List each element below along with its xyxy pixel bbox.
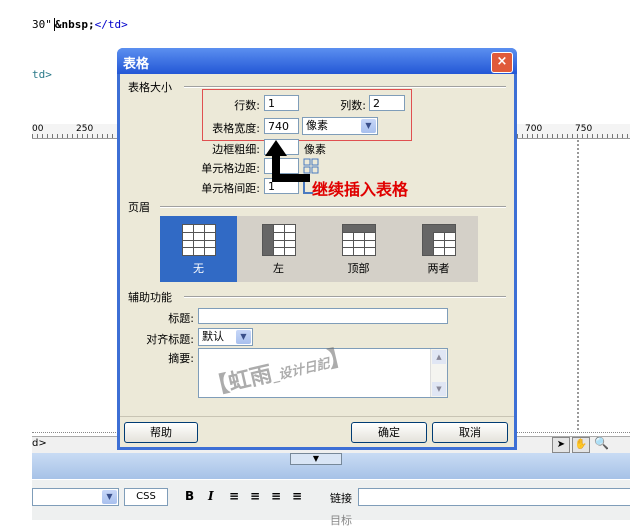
- dialog-title: 表格: [123, 57, 150, 72]
- section-divider: [184, 86, 506, 88]
- header-option-both[interactable]: 两者: [400, 216, 477, 282]
- code-tag: </td>: [94, 18, 128, 31]
- header-option-left[interactable]: 左: [240, 216, 317, 282]
- cols-input[interactable]: 2: [369, 95, 405, 111]
- header-heading: 页眉: [128, 201, 150, 214]
- width-unit-select[interactable]: 像素 ▼: [302, 117, 378, 135]
- ok-button[interactable]: 确定: [351, 422, 427, 443]
- properties-panel: ▼ CSS B I ≡ ≡ ≡ ≡ 链接 目标: [32, 480, 630, 527]
- dialog-titlebar[interactable]: [117, 48, 517, 74]
- caption-input[interactable]: [198, 308, 448, 324]
- rows-label: 行数:: [234, 99, 260, 112]
- css-button[interactable]: CSS: [124, 488, 168, 506]
- align-caption-value: 默认: [202, 330, 224, 343]
- bold-button[interactable]: B: [185, 489, 194, 503]
- align-right-icon[interactable]: ≡: [271, 489, 281, 503]
- cell-padding-label: 单元格边距:: [201, 162, 260, 175]
- table-left-header-icon: [262, 224, 296, 256]
- zoom-tool-icon[interactable]: 🔍: [594, 436, 609, 450]
- ruler-right: 700 750: [517, 124, 630, 139]
- table-top-header-icon: [342, 224, 376, 256]
- table-both-header-icon: [422, 224, 456, 256]
- summary-label: 摘要:: [168, 352, 194, 365]
- code-attr-text: 30": [32, 18, 52, 31]
- arrow-annotation-icon: [262, 136, 314, 188]
- summary-scrollbar[interactable]: ▲ ▼: [430, 349, 447, 397]
- chevron-down-icon: ▼: [102, 490, 117, 504]
- rows-input[interactable]: 1: [264, 95, 299, 111]
- code-line-1: 30" &nbsp;</td>: [32, 18, 128, 31]
- header-option-none[interactable]: 无: [160, 216, 237, 282]
- header-option-label: 无: [193, 262, 204, 275]
- cols-label: 列数:: [340, 99, 366, 112]
- cell-spacing-label: 单元格间距:: [201, 182, 260, 195]
- help-button[interactable]: 帮助: [124, 422, 198, 443]
- table-width-label: 表格宽度:: [212, 122, 260, 135]
- section-divider: [160, 206, 506, 208]
- chevron-down-icon: ▼: [236, 330, 251, 344]
- collapse-handle[interactable]: ▼: [290, 453, 342, 465]
- hand-tool-icon[interactable]: ✋: [572, 437, 590, 453]
- align-caption-select[interactable]: 默认 ▼: [198, 328, 253, 346]
- header-option-label: 两者: [427, 262, 450, 275]
- align-caption-label: 对齐标题:: [146, 333, 194, 346]
- select-tool-icon[interactable]: ➤: [552, 437, 570, 453]
- target-label: 目标: [330, 514, 352, 527]
- format-select[interactable]: ▼: [32, 488, 119, 506]
- chevron-down-icon: ▼: [361, 119, 376, 133]
- ruler-left: 00 250: [32, 124, 117, 139]
- code-line-2: td>: [32, 68, 52, 81]
- accessibility-heading: 辅助功能: [128, 291, 172, 304]
- section-divider: [184, 296, 506, 298]
- table-width-input[interactable]: 740: [264, 118, 299, 134]
- italic-button[interactable]: I: [208, 489, 214, 503]
- header-option-top[interactable]: 顶部: [320, 216, 397, 282]
- header-option-label: 顶部: [347, 262, 370, 275]
- align-left-icon[interactable]: ≡: [229, 489, 239, 503]
- table-none-icon: [182, 224, 216, 256]
- button-separator: [120, 416, 514, 417]
- ruler-label: 700: [525, 124, 543, 134]
- ruler-label: 00: [32, 124, 44, 134]
- header-option-label: 左: [273, 262, 284, 275]
- width-unit-value: 像素: [306, 119, 328, 132]
- tag-selector-item[interactable]: d>: [32, 438, 47, 449]
- scroll-down-icon[interactable]: ▼: [432, 382, 446, 396]
- caption-label: 标题:: [168, 312, 194, 325]
- ruler-label: 750: [575, 124, 593, 134]
- align-justify-icon[interactable]: ≡: [292, 489, 302, 503]
- table-boundary: [575, 140, 579, 430]
- annotation-text: 继续插入表格: [312, 180, 409, 199]
- link-label: 链接: [330, 492, 352, 505]
- close-button[interactable]: ×: [491, 52, 513, 73]
- table-size-heading: 表格大小: [128, 81, 172, 94]
- scroll-up-icon[interactable]: ▲: [432, 350, 446, 364]
- cancel-button[interactable]: 取消: [432, 422, 508, 443]
- code-entity: &nbsp;: [54, 18, 95, 31]
- link-input[interactable]: [358, 488, 630, 506]
- border-label: 边框粗细:: [212, 143, 260, 156]
- ruler-label: 250: [76, 124, 94, 134]
- header-options: 无 左 顶部 两者: [160, 216, 478, 282]
- align-center-icon[interactable]: ≡: [250, 489, 260, 503]
